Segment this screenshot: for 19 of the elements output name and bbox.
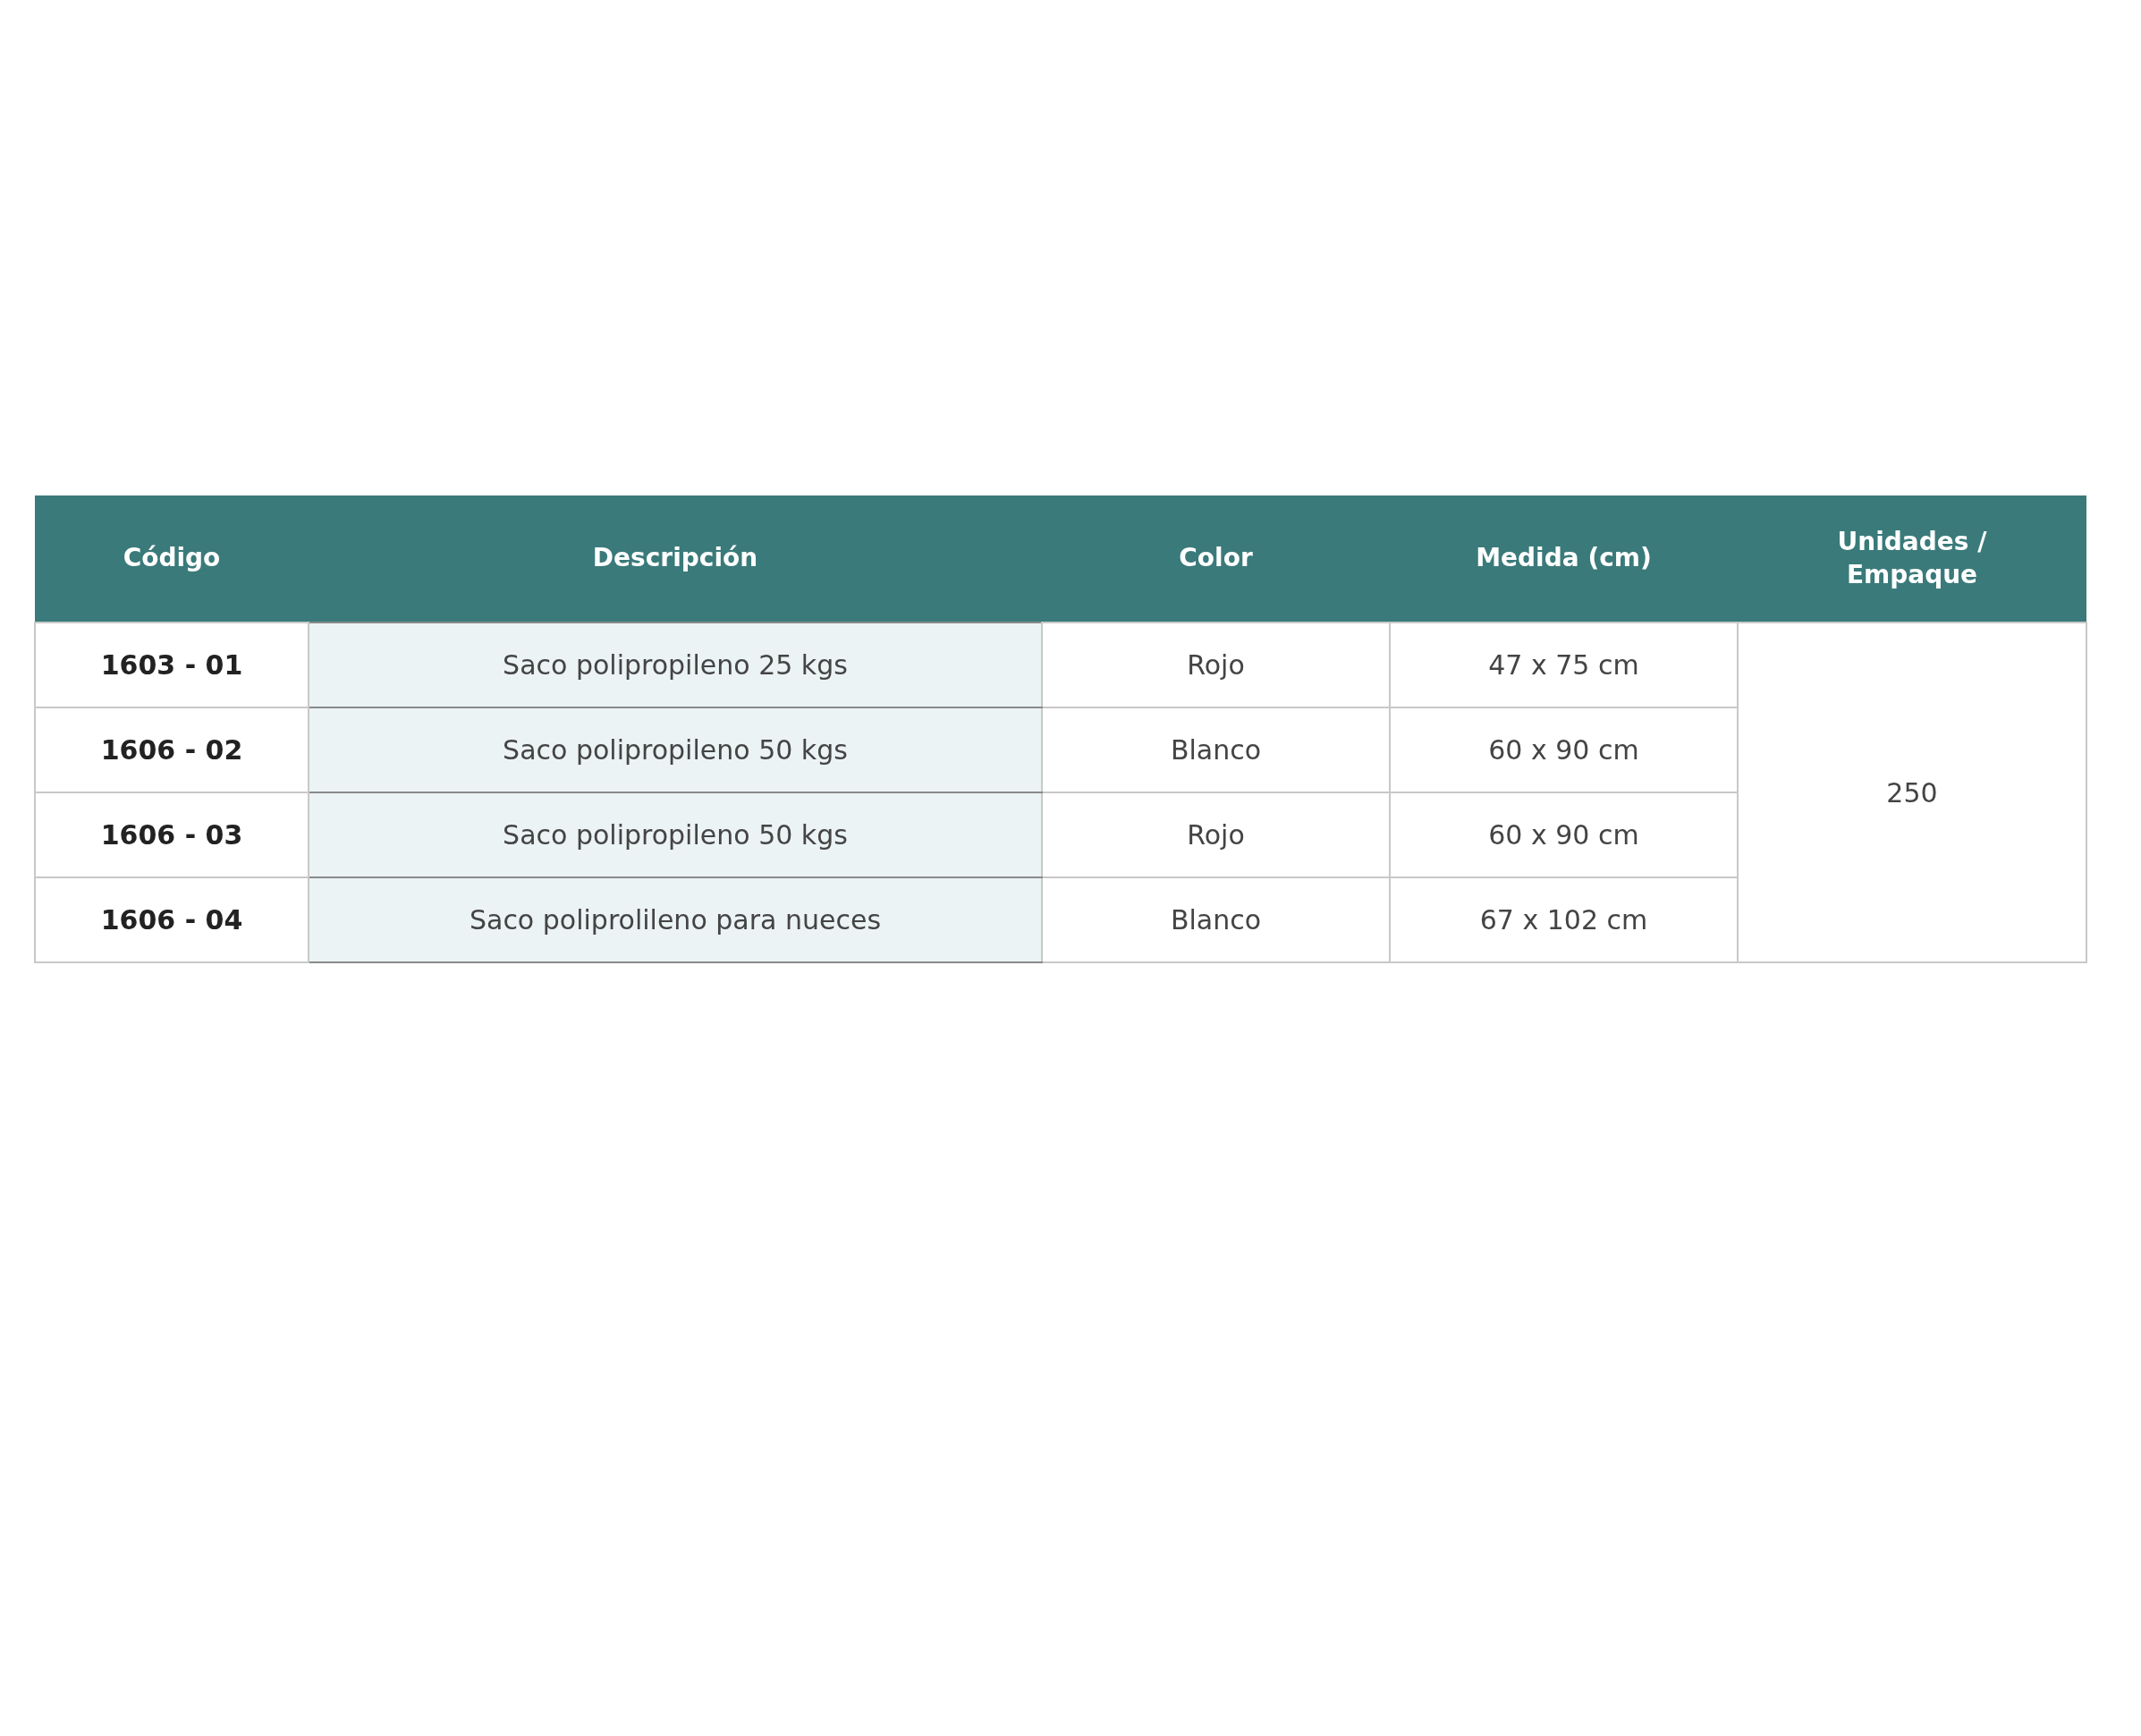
table-cell: 1603 - 01 <box>35 622 309 707</box>
table-cell: 250 <box>1738 622 2086 962</box>
column-header: Unidades / Empaque <box>1738 495 2086 622</box>
table-cell: Rojo <box>1042 792 1390 877</box>
table-cell: Saco polipropileno 50 kgs <box>309 792 1042 877</box>
table-cell: 1606 - 03 <box>35 792 309 877</box>
table-cell: 1606 - 04 <box>35 877 309 962</box>
column-header: Descripción <box>309 495 1042 622</box>
table-cell: Saco polipropileno 25 kgs <box>309 622 1042 707</box>
column-header: Código <box>35 495 309 622</box>
table-cell: Saco poliprolileno para nueces <box>309 877 1042 962</box>
column-header: Medida (cm) <box>1390 495 1738 622</box>
table-cell: Blanco <box>1042 877 1390 962</box>
table-cell: Saco polipropileno 50 kgs <box>309 707 1042 792</box>
table-cell: 47 x 75 cm <box>1390 622 1738 707</box>
table-cell: Blanco <box>1042 707 1390 792</box>
table-cell: 1606 - 02 <box>35 707 309 792</box>
column-header: Color <box>1042 495 1390 622</box>
table-cell: Rojo <box>1042 622 1390 707</box>
